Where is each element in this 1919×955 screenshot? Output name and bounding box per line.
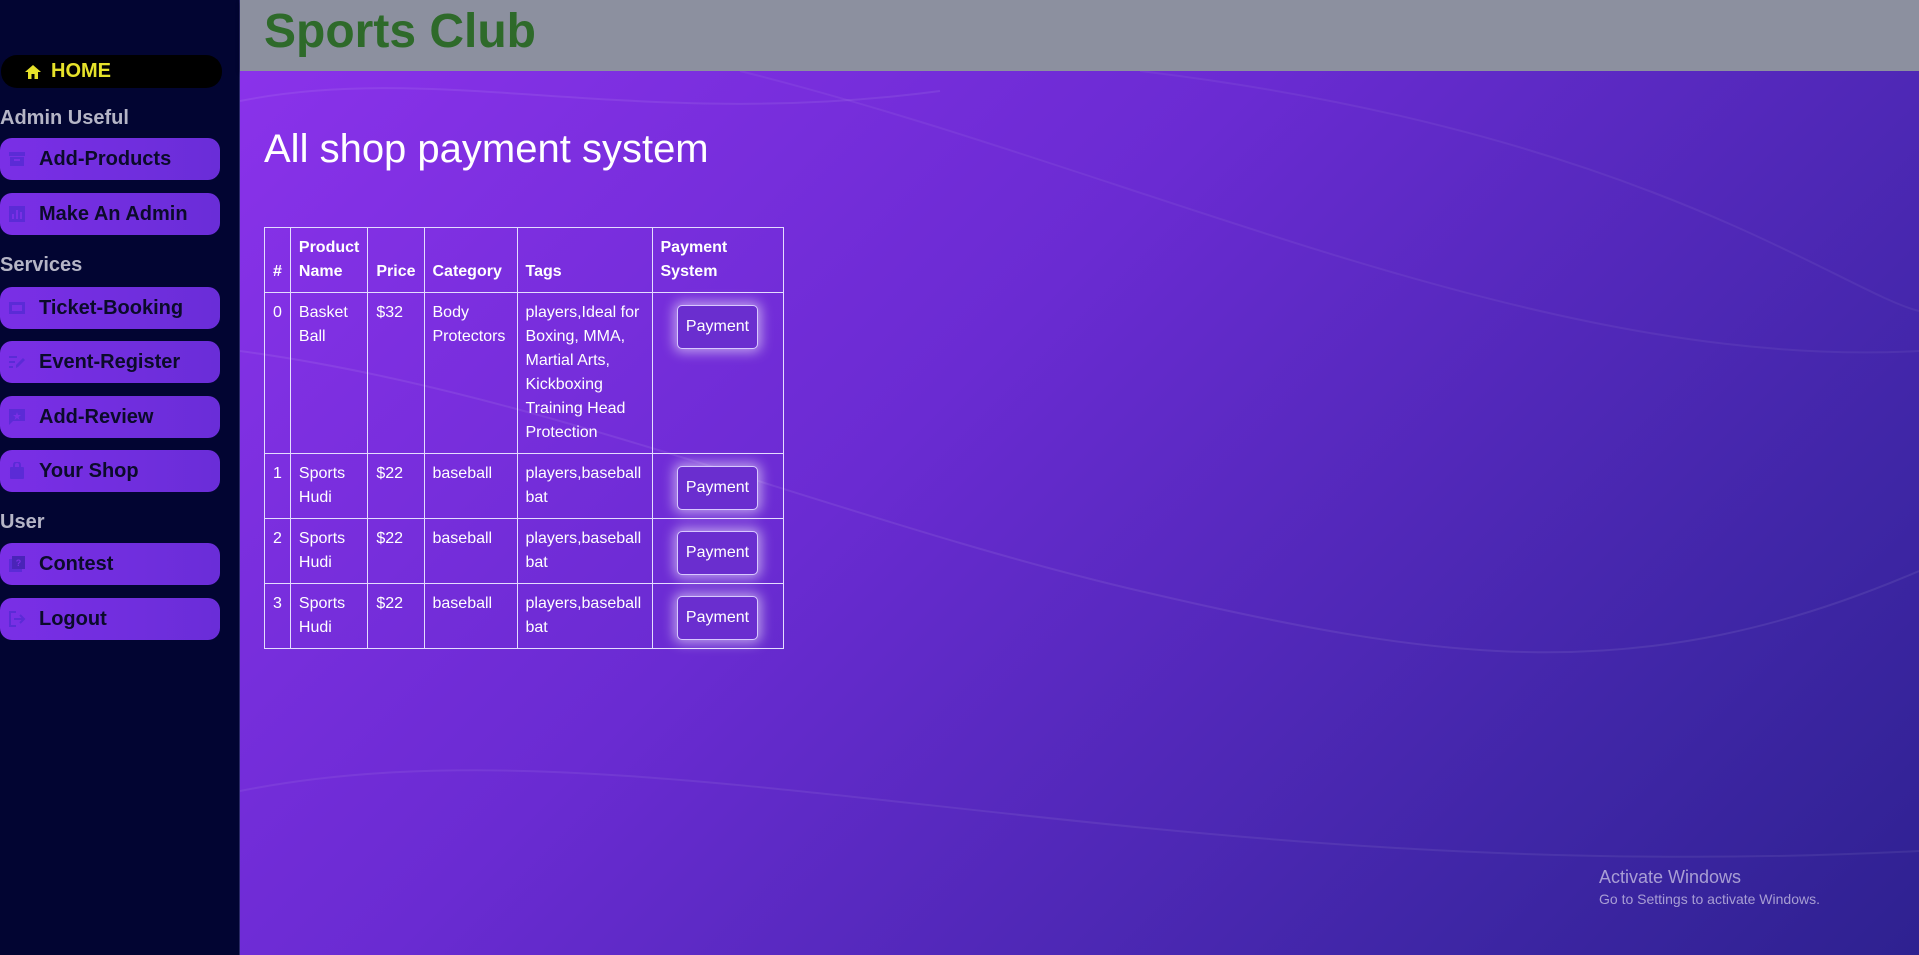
column-header-price: Price — [367, 227, 425, 293]
product-price: $22 — [367, 518, 425, 584]
product-name: Basket Ball — [289, 292, 369, 454]
row-index: 0 — [264, 292, 291, 454]
review-icon — [8, 408, 26, 426]
table-row: 3 Sports Hudi $22 baseball players,baseb… — [264, 583, 784, 649]
product-name: Sports Hudi — [289, 453, 369, 519]
payment-button[interactable]: Payment — [676, 466, 759, 510]
product-category: baseball — [423, 453, 518, 519]
sidebar-item-contest[interactable]: ? Contest — [0, 543, 220, 585]
top-header: Sports Club — [240, 0, 1919, 71]
product-tags: players,baseball bat — [516, 583, 653, 649]
row-index: 3 — [264, 583, 291, 649]
sidebar-item-label: Your Shop — [39, 459, 139, 482]
product-tags: players,baseball bat — [516, 518, 653, 584]
ticket-icon — [8, 299, 26, 317]
column-header-tags: Tags — [516, 227, 653, 293]
watermark-subtitle: Go to Settings to activate Windows. — [1599, 891, 1820, 907]
row-index: 1 — [264, 453, 291, 519]
sidebar-item-add-review[interactable]: Add-Review — [0, 396, 220, 438]
sidebar-item-logout[interactable]: Logout — [0, 598, 220, 640]
svg-text:?: ? — [16, 558, 22, 568]
sidebar-item-add-products[interactable]: Add-Products — [0, 138, 220, 180]
sidebar-item-label: Ticket-Booking — [39, 296, 184, 319]
sidebar: HOME Admin Useful Add-Products Make An A… — [0, 0, 240, 955]
product-tags: players,Ideal for Boxing, MMA, Martial A… — [516, 292, 653, 454]
home-button[interactable]: HOME — [1, 55, 222, 88]
sidebar-item-your-shop[interactable]: Your Shop — [0, 450, 220, 492]
sidebar-item-label: Add-Review — [39, 405, 154, 428]
main-content: All shop payment system # Product Name P… — [240, 71, 1919, 955]
product-category: baseball — [423, 518, 518, 584]
table-row: 2 Sports Hudi $22 baseball players,baseb… — [264, 518, 784, 584]
sidebar-item-label: Contest — [39, 552, 114, 575]
product-price: $22 — [367, 583, 425, 649]
payment-cell: Payment — [651, 583, 784, 649]
sidebar-item-make-an-admin[interactable]: Make An Admin — [0, 193, 220, 235]
payment-button[interactable]: Payment — [676, 305, 759, 349]
sidebar-item-label: Logout — [39, 607, 107, 630]
section-title-user: User — [0, 511, 45, 533]
bag-icon — [8, 462, 26, 480]
product-name: Sports Hudi — [289, 583, 369, 649]
row-index: 2 — [264, 518, 291, 584]
quiz-icon: ? — [8, 555, 26, 573]
product-category: Body Protectors — [423, 292, 518, 454]
table-header-row: # Product Name Price Category Tags Payme… — [264, 227, 784, 293]
payment-cell: Payment — [651, 292, 784, 454]
table-row: 1 Sports Hudi $22 baseball players,baseb… — [264, 453, 784, 519]
chart-icon — [8, 205, 26, 223]
sidebar-item-event-register[interactable]: Event-Register — [0, 341, 220, 383]
sidebar-item-label: Event-Register — [39, 350, 181, 373]
payment-table: # Product Name Price Category Tags Payme… — [264, 227, 784, 649]
column-header-payment-system: Payment System — [651, 227, 784, 293]
home-icon — [23, 62, 43, 82]
logout-icon — [8, 610, 26, 628]
payment-cell: Payment — [651, 453, 784, 519]
table-row: 0 Basket Ball $32 Body Protectors player… — [264, 292, 784, 454]
product-price: $32 — [367, 292, 425, 454]
home-label: HOME — [51, 60, 111, 82]
edit-icon — [8, 353, 26, 371]
column-header-product-name: Product Name — [289, 227, 369, 293]
sidebar-item-label: Add-Products — [39, 147, 172, 170]
product-price: $22 — [367, 453, 425, 519]
column-header-category: Category — [423, 227, 518, 293]
sidebar-item-label: Make An Admin — [39, 202, 188, 225]
payment-button[interactable]: Payment — [676, 531, 759, 575]
section-title-admin: Admin Useful — [0, 107, 129, 129]
product-tags: players,baseball bat — [516, 453, 653, 519]
section-title-services: Services — [0, 254, 83, 276]
product-name: Sports Hudi — [289, 518, 369, 584]
payment-cell: Payment — [651, 518, 784, 584]
column-header-index: # — [264, 227, 291, 293]
sidebar-item-ticket-booking[interactable]: Ticket-Booking — [0, 287, 220, 329]
windows-activation-watermark: Activate Windows Go to Settings to activ… — [1599, 867, 1820, 907]
page-title: All shop payment system — [264, 127, 709, 171]
payment-button[interactable]: Payment — [676, 596, 759, 640]
archive-icon — [8, 150, 26, 168]
product-category: baseball — [423, 583, 518, 649]
brand-title: Sports Club — [264, 5, 536, 58]
watermark-title: Activate Windows — [1599, 867, 1742, 887]
